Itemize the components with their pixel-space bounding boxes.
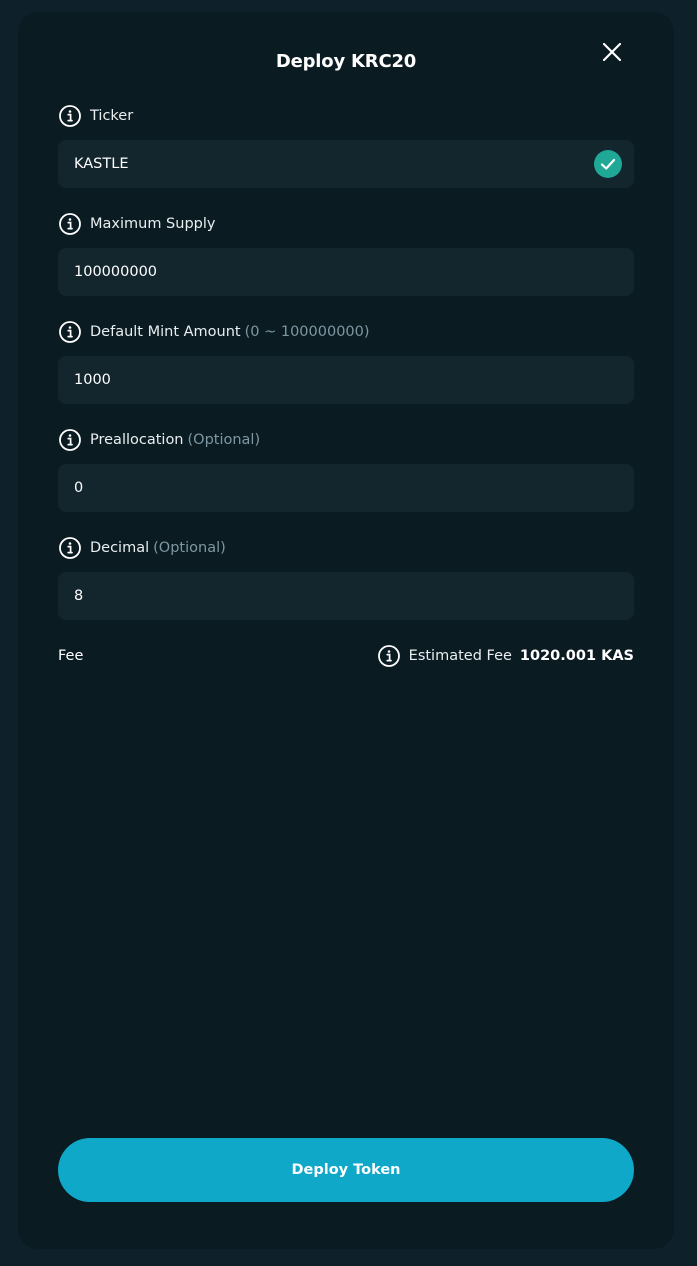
- preallocation-input[interactable]: 0: [58, 464, 634, 512]
- ticker-input[interactable]: KASTLE: [58, 140, 634, 188]
- decimal-label: Decimal (Optional): [58, 536, 226, 560]
- info-icon[interactable]: [58, 320, 82, 344]
- mint-amount-label-text: Default Mint Amount: [90, 324, 241, 340]
- check-circle-icon: [594, 150, 622, 178]
- info-icon[interactable]: [58, 428, 82, 452]
- preallocation-value: 0: [74, 480, 84, 496]
- dialog-title: Deploy KRC20: [275, 51, 417, 72]
- fee-label: Fee: [58, 648, 84, 664]
- max-supply-input[interactable]: 100000000: [58, 248, 634, 296]
- decimal-label-text: Decimal: [90, 540, 150, 556]
- info-icon[interactable]: [58, 536, 82, 560]
- close-icon: [602, 42, 622, 62]
- mint-amount-input[interactable]: 1000: [58, 356, 634, 404]
- decimal-input[interactable]: 8: [58, 572, 634, 620]
- mint-amount-value: 1000: [74, 372, 111, 388]
- deploy-krc20-dialog: Deploy KRC20 Ticker KASTLE Maximum Suppl…: [18, 12, 674, 1249]
- estimated-fee: Estimated Fee 1020.001 KAS: [377, 644, 634, 668]
- max-supply-label-text: Maximum Supply: [90, 216, 216, 232]
- preallocation-label-text: Preallocation: [90, 432, 184, 448]
- close-button[interactable]: [598, 38, 626, 66]
- ticker-label-text: Ticker: [90, 108, 134, 124]
- mint-amount-label: Default Mint Amount (0 ~ 100000000): [58, 320, 370, 344]
- max-supply-label: Maximum Supply: [58, 212, 215, 236]
- deploy-token-button[interactable]: Deploy Token: [58, 1138, 634, 1202]
- estimated-fee-value: 1020.001 KAS: [519, 648, 634, 664]
- preallocation-hint: (Optional): [187, 432, 261, 448]
- fee-row: Fee Estimated Fee 1020.001 KAS: [58, 644, 634, 668]
- estimated-fee-label: Estimated Fee: [408, 648, 512, 664]
- info-icon[interactable]: [377, 644, 401, 668]
- max-supply-value: 100000000: [74, 264, 158, 280]
- info-icon[interactable]: [58, 212, 82, 236]
- ticker-label: Ticker: [58, 104, 133, 128]
- preallocation-label: Preallocation (Optional): [58, 428, 260, 452]
- ticker-value: KASTLE: [74, 156, 129, 172]
- mint-amount-hint: (0 ~ 100000000): [244, 324, 370, 340]
- decimal-value: 8: [74, 588, 84, 604]
- decimal-hint: (Optional): [153, 540, 226, 556]
- info-icon[interactable]: [58, 104, 82, 128]
